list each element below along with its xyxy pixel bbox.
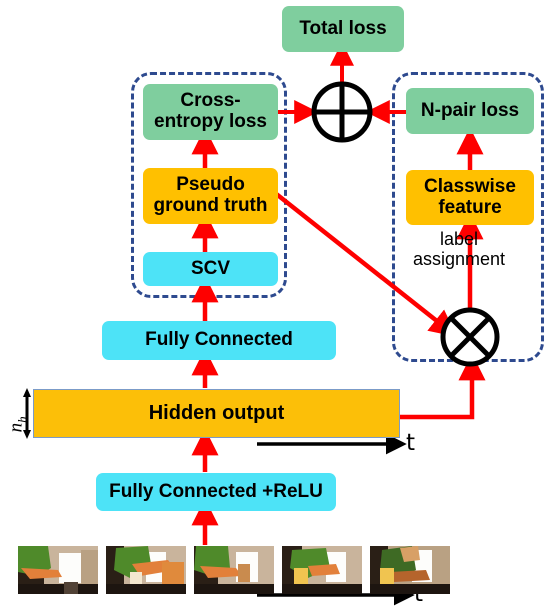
hidden-dim-label-n: n (5, 422, 27, 433)
node-classwise-feature-label-1: Classwise (424, 175, 516, 197)
node-classwise-feature-label-2: feature (438, 196, 502, 218)
node-pseudo-ground-truth-label-1: Pseudo (176, 174, 245, 196)
video-frame-5 (370, 546, 450, 594)
node-scv[interactable]: SCV (143, 252, 278, 286)
video-frame-2 (106, 546, 186, 594)
node-fully-connected-relu-label: Fully Connected +ReLU (109, 480, 323, 502)
node-scv-label: SCV (190, 257, 231, 279)
node-cross-entropy-loss-label-2: entropy loss (154, 111, 267, 132)
video-frame-4 (282, 546, 362, 594)
plus-circle-operator (311, 81, 373, 143)
node-pseudo-ground-truth[interactable]: Pseudo ground truth (143, 168, 278, 224)
node-npair-loss[interactable]: N-pair loss (406, 88, 534, 134)
node-cross-entropy-loss-label-1: Cross- (180, 90, 241, 112)
hidden-dim-label: nh (6, 392, 31, 432)
node-fully-connected-label: Fully Connected (145, 329, 293, 351)
node-cross-entropy-loss[interactable]: Cross- entropy loss (143, 84, 278, 140)
time-axis-top-text: t (406, 430, 416, 456)
node-fully-connected-relu[interactable]: Fully Connected +ReLU (96, 473, 336, 511)
video-frame-3 (194, 546, 274, 594)
node-fully-connected[interactable]: Fully Connected (102, 321, 336, 360)
node-total-loss[interactable]: Total loss (282, 6, 404, 52)
time-axis-top-label: t (406, 430, 415, 456)
figure-canvas: Total loss Cross- entropy loss Pseudo gr… (0, 0, 554, 610)
node-hidden-output[interactable]: Hidden output (33, 389, 400, 438)
arrow-hidden-to-product (400, 353, 486, 420)
hidden-dim-label-sub: h (14, 416, 30, 423)
node-hidden-output-label: Hidden output (148, 401, 285, 424)
node-npair-loss-label: N-pair loss (420, 99, 520, 121)
label-assignment-annotation: label assignment (399, 229, 519, 270)
node-classwise-feature[interactable]: Classwise feature (406, 170, 534, 225)
label-assignment-line-1: label (439, 229, 479, 249)
video-frame-1 (18, 546, 98, 594)
label-assignment-line-2: assignment (412, 248, 506, 269)
node-total-loss-label: Total loss (299, 17, 387, 39)
node-pseudo-ground-truth-label-2: ground truth (153, 195, 268, 216)
